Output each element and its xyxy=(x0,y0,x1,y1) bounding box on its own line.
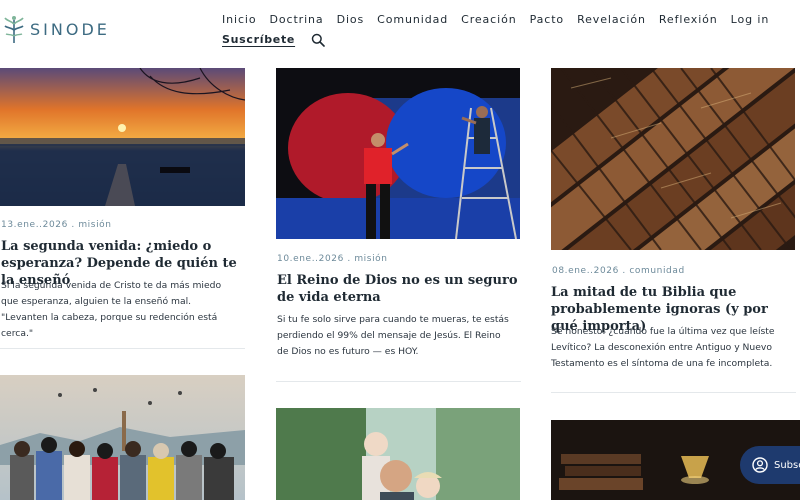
nav-row-secondary: Suscríbete xyxy=(222,32,742,47)
logo-tree-icon xyxy=(4,16,24,43)
card-divider xyxy=(551,392,796,393)
meta-separator: . xyxy=(618,266,630,276)
post-date: 10.ene..2026 xyxy=(277,254,344,264)
card-divider xyxy=(276,381,521,382)
main-nav: Inicio Doctrina Dios Comunidad Creación … xyxy=(222,12,768,47)
subscribe-link[interactable]: Suscríbete xyxy=(222,33,295,46)
nav-item-reflexion[interactable]: Reflexión xyxy=(659,12,718,28)
floating-subscribe-button[interactable]: Subsc xyxy=(740,446,800,484)
post-meta: 08.ene..2026 . comunidad xyxy=(552,266,685,276)
nav-row: Inicio Doctrina Dios Comunidad Creación … xyxy=(222,12,768,28)
post-category[interactable]: comunidad xyxy=(629,266,684,276)
post-card-3[interactable]: 08.ene..2026 . comunidad La mitad de tu … xyxy=(551,68,796,398)
site-logo[interactable]: SINODE xyxy=(4,14,110,44)
nav-item-pacto[interactable]: Pacto xyxy=(530,12,564,28)
post-date: 13.ene..2026 xyxy=(1,220,68,230)
nav-item-creacion[interactable]: Creación xyxy=(461,12,516,28)
post-image-group-friends[interactable] xyxy=(0,375,245,500)
nav-item-doctrina[interactable]: Doctrina xyxy=(270,12,324,28)
post-image-family[interactable] xyxy=(276,408,520,500)
nav-item-dios[interactable]: Dios xyxy=(337,12,365,28)
user-icon xyxy=(752,457,768,473)
post-date: 08.ene..2026 xyxy=(552,266,619,276)
search-button[interactable] xyxy=(311,32,325,47)
nav-item-comunidad[interactable]: Comunidad xyxy=(377,12,448,28)
post-meta: 10.ene..2026 . misión xyxy=(277,254,388,264)
post-image-old-books[interactable] xyxy=(551,68,795,250)
post-card-2[interactable]: 10.ene..2026 . misión El Reino de Dios n… xyxy=(276,68,521,388)
nav-item-login[interactable]: Log in xyxy=(731,12,770,28)
site-header: SINODE Inicio Doctrina Dios Comunidad Cr… xyxy=(0,0,800,60)
site-name: SINODE xyxy=(30,19,110,39)
post-category[interactable]: misión xyxy=(78,220,111,230)
post-title[interactable]: El Reino de Dios no es un seguro de vida… xyxy=(277,272,522,306)
meta-separator: . xyxy=(343,254,355,264)
card-divider xyxy=(0,348,245,349)
post-excerpt: Sé honesto: ¿cuándo fue la última vez qu… xyxy=(551,326,775,369)
search-icon xyxy=(311,33,325,47)
post-excerpt: Si la segunda venida de Cristo te da más… xyxy=(1,280,222,339)
post-image-painting-wall[interactable] xyxy=(276,68,520,239)
nav-item-revelacion[interactable]: Revelación xyxy=(577,12,646,28)
post-excerpt: Si tu fe solo sirve para cuando te muera… xyxy=(277,314,509,357)
post-meta: 13.ene..2026 . misión xyxy=(1,220,112,230)
post-image-sunset-pier[interactable] xyxy=(0,68,245,206)
meta-separator: . xyxy=(67,220,79,230)
nav-item-inicio[interactable]: Inicio xyxy=(222,12,257,28)
post-card-1[interactable]: 13.ene..2026 . misión La segunda venida:… xyxy=(0,68,245,358)
post-category[interactable]: misión xyxy=(354,254,387,264)
floating-subscribe-label: Subsc xyxy=(774,459,800,471)
